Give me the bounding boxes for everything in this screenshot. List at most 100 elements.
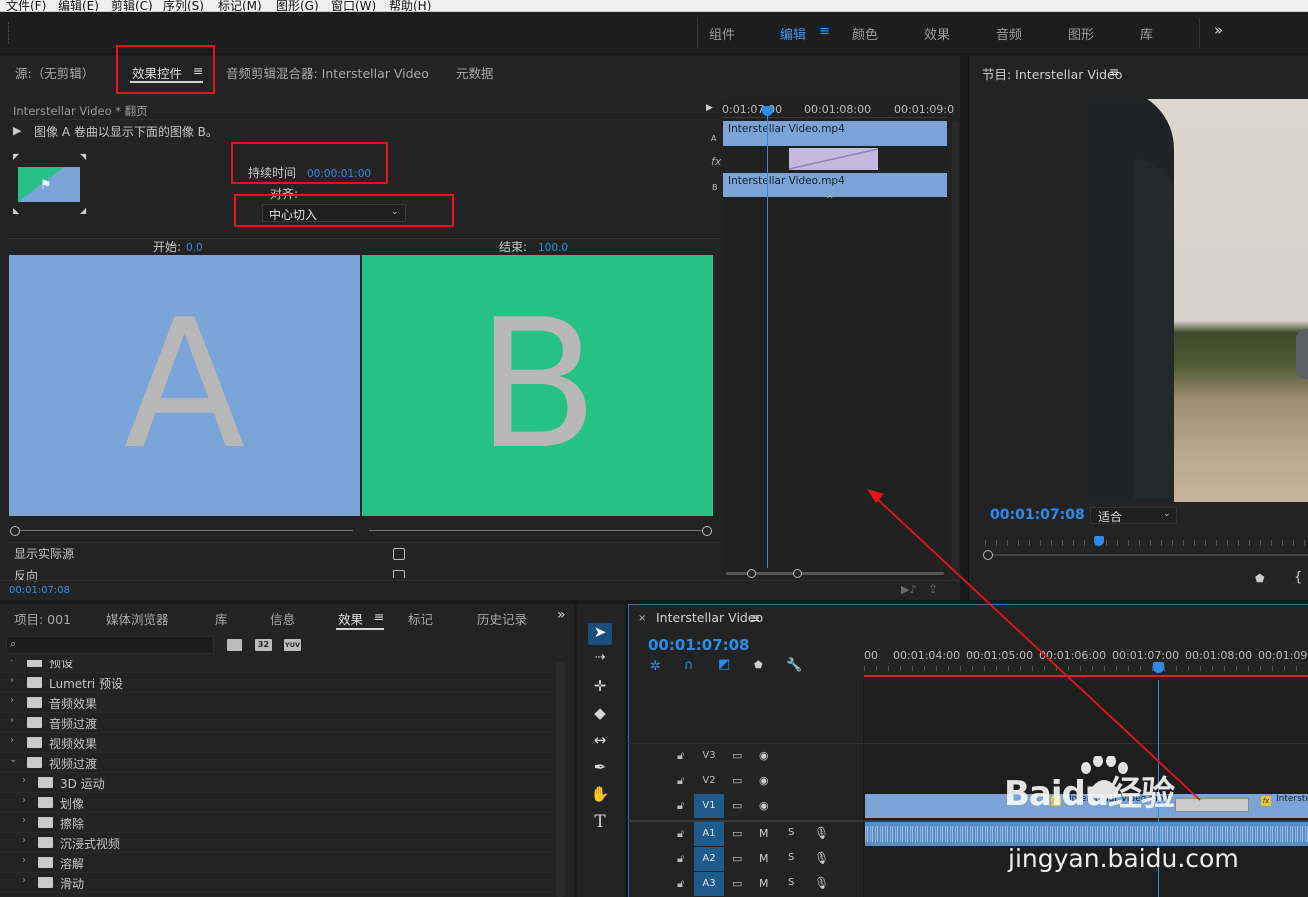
tab-effects[interactable]: 效果	[338, 609, 363, 628]
close-tab-icon[interactable]: ×	[638, 613, 646, 624]
mini-clip-b[interactable]: Interstellar Video.mp4	[723, 173, 947, 197]
edge-arrow-sw-icon[interactable]: ◣	[13, 206, 19, 215]
expand-arrow-icon[interactable]: ›	[10, 735, 14, 746]
program-menu-icon[interactable]: ≡	[1109, 64, 1119, 79]
track-target-v2[interactable]: V2	[694, 769, 724, 793]
tab-metadata[interactable]: 元数据	[456, 63, 494, 82]
program-zoom-handle[interactable]	[983, 550, 993, 560]
effects-tree-scrollbar[interactable]	[556, 662, 565, 897]
track-target-a3[interactable]: A3	[694, 872, 724, 896]
sync-lock-icon[interactable]: ▭	[732, 799, 742, 812]
menu-file[interactable]: 文件(F)	[6, 0, 46, 11]
workspace-menu-icon[interactable]: ≡	[819, 24, 830, 39]
tab-project[interactable]: 项目: 001	[14, 609, 71, 628]
hand-tool-icon[interactable]: ✋	[588, 785, 612, 807]
microphone-icon[interactable]: 🎙︎	[814, 851, 829, 865]
expand-arrow-icon[interactable]: ›	[10, 715, 14, 726]
add-marker-icon[interactable]: ⬟	[1255, 572, 1265, 585]
workspace-overflow-icon[interactable]: »	[1214, 21, 1223, 39]
start-slider-handle[interactable]	[10, 526, 20, 536]
track-target-v1[interactable]: V1	[694, 794, 724, 818]
edge-arrow-se-icon[interactable]: ◢	[80, 206, 86, 215]
lock-icon[interactable]: 🔓︎	[677, 749, 684, 763]
tree-item-dissolve[interactable]: › 溶解	[0, 852, 558, 872]
effects-menu-icon[interactable]: ≡	[374, 609, 384, 624]
track-target-v3[interactable]: V3	[694, 744, 724, 768]
track-target-a1[interactable]: A1	[694, 822, 724, 846]
menu-clip[interactable]: 剪辑(C)	[111, 0, 153, 11]
sync-lock-icon[interactable]: ▭	[732, 852, 742, 865]
add-marker-icon[interactable]: ⬟	[754, 660, 763, 671]
tab-source[interactable]: 源:（无剪辑）	[15, 63, 94, 82]
tree-item-3d-motion[interactable]: › 3D 运动	[0, 772, 558, 792]
microphone-icon[interactable]: 🎙︎	[814, 826, 829, 840]
tree-item-presets[interactable]: › 预设	[0, 660, 558, 672]
workspace-tab-libraries[interactable]: 库	[1140, 24, 1153, 43]
eye-icon[interactable]: ◉	[759, 749, 769, 762]
tree-item-zoom[interactable]: ›缩放	[0, 892, 558, 897]
mini-transition[interactable]	[789, 148, 878, 170]
menu-help[interactable]: 帮助(H)	[389, 0, 431, 11]
mute-button[interactable]: M	[759, 827, 769, 840]
tab-history[interactable]: 历史记录	[477, 609, 527, 628]
program-fit-dropdown[interactable]: 适合 ⌄	[1090, 507, 1177, 524]
eye-icon[interactable]: ◉	[759, 774, 769, 787]
play-transition-icon[interactable]: ▶	[706, 103, 713, 113]
sync-lock-icon[interactable]: ▭	[732, 827, 742, 840]
tab-libraries[interactable]: 库	[215, 609, 228, 628]
play-preview-icon[interactable]: ▶	[13, 124, 21, 137]
tree-item-video-transitions[interactable]: ⌄ 视频过渡	[0, 752, 558, 772]
effects-overflow-icon[interactable]: »	[557, 607, 566, 623]
mark-in-icon[interactable]: {	[1294, 570, 1302, 585]
timeline-sequence-tab[interactable]: Interstellar Video	[656, 610, 763, 625]
mute-button[interactable]: M	[759, 877, 769, 890]
workspace-tab-editing[interactable]: 编辑	[780, 24, 806, 43]
program-video-frame[interactable]	[1084, 99, 1308, 502]
yuv-effects-icon[interactable]: YUV	[284, 639, 301, 651]
effects-search-input[interactable]: ⌕	[6, 636, 214, 654]
menu-window[interactable]: 窗口(W)	[331, 0, 376, 11]
type-tool-icon[interactable]: T	[588, 812, 612, 834]
workspace-tab-graphics[interactable]: 图形	[1068, 24, 1094, 43]
expand-arrow-icon[interactable]: ›	[22, 775, 26, 786]
sync-lock-icon[interactable]: ▭	[732, 774, 742, 787]
linked-selection-icon[interactable]: ◩	[718, 657, 730, 672]
sync-lock-icon[interactable]: ▭	[732, 749, 742, 762]
end-value[interactable]: 100.0	[538, 242, 568, 254]
track-target-a2[interactable]: A2	[694, 847, 724, 871]
lock-icon[interactable]: 🔓︎	[677, 852, 684, 866]
edge-arrow-nw-icon[interactable]: ◤	[13, 152, 19, 161]
track-select-tool-icon[interactable]: ⇢	[588, 650, 612, 672]
end-slider-handle[interactable]	[702, 526, 712, 536]
ripple-edit-tool-icon[interactable]: ✛	[588, 677, 612, 699]
tab-media-browser[interactable]: 媒体浏览器	[106, 609, 169, 628]
tree-item-lumetri-presets[interactable]: › Lumetri 预设	[0, 672, 558, 692]
timeline-menu-icon[interactable]: ≡	[750, 610, 760, 625]
menu-markers[interactable]: 标记(M)	[218, 0, 262, 11]
microphone-icon[interactable]: 🎙︎	[814, 876, 829, 890]
solo-button[interactable]: S	[788, 852, 794, 863]
expand-arrow-icon[interactable]: ›	[22, 875, 26, 886]
program-monitor-title[interactable]: 节目: Interstellar Video	[982, 64, 1122, 83]
workspace-tab-assembly[interactable]: 组件	[709, 24, 735, 43]
menu-graphics[interactable]: 图形(G)	[276, 0, 319, 11]
timeline-timecode[interactable]: 00:01:07:08	[648, 636, 750, 654]
reverse-checkbox[interactable]	[393, 570, 405, 578]
expand-arrow-icon[interactable]: ›	[22, 795, 26, 806]
tree-item-wipe[interactable]: › 擦除	[0, 812, 558, 832]
tree-item-video-effects[interactable]: › 视频效果	[0, 732, 558, 752]
pen-tool-icon[interactable]: ✒	[588, 758, 612, 780]
nest-toggle-icon[interactable]: ✲	[650, 659, 661, 674]
accelerated-effects-icon[interactable]	[227, 639, 242, 651]
program-playhead[interactable]	[1094, 536, 1104, 546]
lock-icon[interactable]: 🔓︎	[677, 877, 684, 891]
tree-item-iris[interactable]: › 划像	[0, 792, 558, 812]
snap-magnet-icon[interactable]: ∩	[684, 658, 694, 673]
menu-sequence[interactable]: 序列(S)	[163, 0, 204, 11]
tab-markers[interactable]: 标记	[408, 609, 433, 628]
mini-clip-a[interactable]: Interstellar Video.mp4	[723, 121, 947, 146]
menu-edit[interactable]: 编辑(E)	[58, 0, 99, 11]
play-audio-icon[interactable]: ▶♪	[901, 583, 916, 596]
expand-arrow-icon[interactable]: ›	[10, 695, 14, 706]
expand-arrow-icon[interactable]: ›	[10, 660, 14, 665]
